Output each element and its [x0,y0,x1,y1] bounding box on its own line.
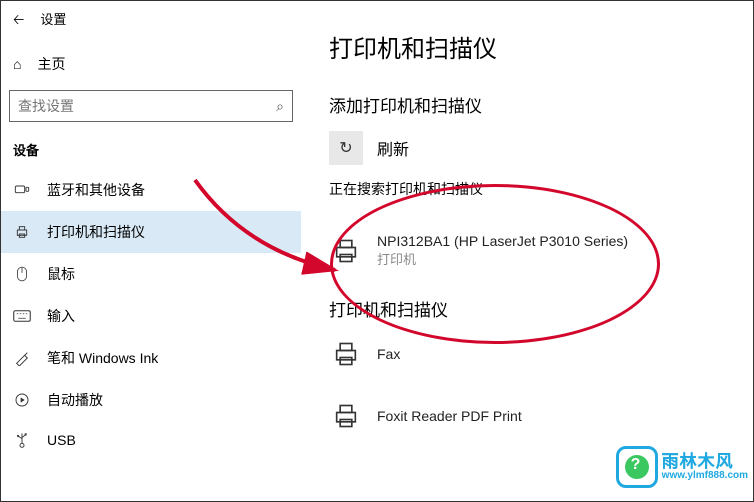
found-printer-sub: 打印机 [377,249,628,268]
nav-item-label: 输入 [47,306,75,326]
page-title: 打印机和扫描仪 [329,29,745,64]
printer-row[interactable]: Foxit Reader PDF Print [329,393,745,437]
autoplay-icon [13,392,31,408]
printer-icon [329,234,363,268]
nav-typing[interactable]: 输入 [1,295,301,337]
nav-item-label: 蓝牙和其他设备 [47,180,145,200]
nav-printers[interactable]: 打印机和扫描仪 [1,211,301,253]
searching-label: 正在搜索打印机和扫描仪 [329,179,745,199]
nav-item-label: 笔和 Windows Ink [47,348,158,368]
nav-autoplay[interactable]: 自动播放 [1,379,301,421]
search-input-container[interactable]: ⌕ [9,90,293,122]
usb-icon [13,432,31,448]
nav-item-label: USB [47,432,76,448]
refresh-icon: ↻ [339,138,352,158]
section-label: 设备 [1,140,301,169]
nav-usb[interactable]: USB [1,421,301,459]
nav-mouse[interactable]: 鼠标 [1,253,301,295]
search-icon: ⌕ [276,98,284,115]
nav-item-label: 自动播放 [47,390,103,410]
mouse-icon [13,266,31,282]
found-printer-row[interactable]: NPI312BA1 (HP LaserJet P3010 Series) 打印机 [329,227,745,290]
keyboard-icon [13,309,31,323]
watermark-title: 雨林木风 [662,453,748,471]
watermark-url: www.ylmf888.com [662,471,748,482]
refresh-label: 刷新 [377,136,409,160]
printer-name: Fax [377,346,400,362]
printer-icon [329,337,363,371]
printer-icon [329,399,363,433]
nav-home[interactable]: ⌂ 主页 [1,44,301,90]
printer-name: Foxit Reader PDF Print [377,408,522,424]
watermark: 雨林木风 www.ylmf888.com [616,446,748,488]
search-input[interactable] [18,98,276,114]
nav-bluetooth[interactable]: 蓝牙和其他设备 [1,169,301,211]
refresh-button[interactable]: ↻ [329,131,363,165]
found-printer-name: NPI312BA1 (HP LaserJet P3010 Series) [377,233,628,249]
nav-pen[interactable]: 笔和 Windows Ink [1,337,301,379]
bluetooth-icon [13,182,31,198]
nav-item-label: 鼠标 [47,264,75,284]
printers-list-title: 打印机和扫描仪 [329,296,745,321]
printer-row[interactable]: Fax [329,331,745,393]
pen-icon [13,350,31,366]
watermark-badge [616,446,658,488]
add-section-title: 添加打印机和扫描仪 [329,92,745,117]
printer-icon [13,224,31,240]
settings-label: 设置 [40,9,66,28]
home-label: 主页 [37,54,65,74]
back-button[interactable]: 🡠 [13,12,24,26]
home-icon: ⌂ [13,56,21,72]
nav-item-label: 打印机和扫描仪 [47,222,145,242]
